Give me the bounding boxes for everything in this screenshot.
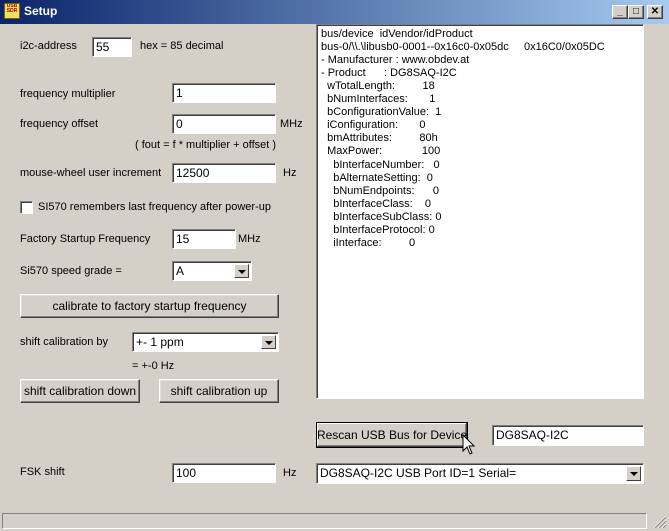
remember-frequency-label[interactable]: SI570 remembers last frequency after pow… (38, 201, 271, 213)
usb-info-line: bus/device idVendor/idProduct (321, 28, 473, 40)
usb-info-line: MaxPower: 100 (321, 145, 441, 158)
frequency-offset-label: frequency offset (20, 118, 99, 130)
maximize-button[interactable]: □ (628, 5, 644, 19)
shift-calibration-result: = +-0 Hz (132, 360, 175, 372)
status-pane (2, 513, 647, 529)
chevron-down-icon[interactable] (261, 335, 276, 349)
shift-calibration-value: +- 1 ppm (136, 335, 184, 349)
speed-grade-label: Si570 speed grade = (20, 265, 122, 277)
fsk-shift-label: FSK shift (20, 466, 65, 478)
remember-frequency-checkbox[interactable] (20, 201, 33, 214)
minimize-button[interactable]: _ (612, 5, 628, 19)
window-title: Setup (24, 4, 58, 18)
shift-calibration-label: shift calibration by (20, 336, 109, 348)
mousewheel-increment-label: mouse-wheel user increment (20, 167, 162, 179)
usb-info-line: bInterfaceSubClass: 0 (321, 210, 442, 223)
shift-calibration-down-button[interactable]: shift calibration down (20, 379, 140, 403)
mousewheel-increment-input[interactable]: 12500 (172, 163, 276, 183)
factory-frequency-unit: MHz (238, 233, 261, 245)
usb-info-line: wTotalLength: 18 (321, 80, 435, 93)
shift-calibration-select[interactable]: +- 1 ppm (132, 332, 279, 352)
usb-info-line: bInterfaceNumber: 0 (321, 158, 440, 171)
speed-grade-select[interactable]: A (172, 261, 252, 281)
usb-info-line: bAlternateSetting: 0 (321, 171, 433, 184)
offset-formula-text: ( fout = f * multiplier + offset ) (135, 139, 277, 151)
calibrate-factory-button[interactable]: calibrate to factory startup frequency (20, 294, 279, 318)
factory-frequency-input[interactable]: 15 (172, 229, 236, 249)
chevron-down-icon[interactable] (234, 264, 249, 278)
usb-info-line: bInterfaceProtocol: 0 (321, 223, 435, 236)
app-icon: USB SDR (4, 3, 20, 19)
factory-frequency-label: Factory Startup Frequency (20, 233, 151, 245)
frequency-multiplier-label: frequency multiplier (20, 88, 116, 100)
usb-info-line: - Product : DG8SAQ-I2C (321, 67, 457, 80)
chevron-down-icon[interactable] (626, 466, 641, 481)
mouse-cursor-icon (462, 434, 476, 455)
i2c-decimal-text: hex = 85 decimal (140, 40, 224, 52)
usb-info-line: iInterface: 0 (321, 236, 416, 249)
usb-info-line: bNumInterfaces: 1 (321, 93, 436, 106)
frequency-multiplier-input[interactable]: 1 (172, 83, 276, 103)
device-select[interactable]: DG8SAQ-I2C USB Port ID=1 Serial= (316, 463, 644, 484)
shift-calibration-up-button[interactable]: shift calibration up (159, 379, 279, 403)
i2c-address-label: i2c-address (20, 40, 77, 52)
rescan-usb-button[interactable]: Rescan USB Bus for Device (316, 422, 468, 448)
usb-info-line: bConfigurationValue: 1 (321, 106, 442, 119)
usb-info-textbox[interactable]: bus/device idVendor/idProduct bus-0/\\.\l… (316, 24, 644, 399)
resize-grip-icon[interactable] (651, 513, 667, 529)
device-name-input[interactable]: DG8SAQ-I2C (492, 425, 644, 446)
frequency-offset-unit: MHz (280, 118, 303, 130)
mousewheel-increment-unit: Hz (283, 167, 297, 179)
i2c-address-input[interactable]: 55 (92, 37, 132, 57)
fsk-shift-input[interactable]: 100 (172, 463, 276, 483)
usb-info-line: - Manufacturer : www.obdev.at (321, 54, 470, 67)
frequency-offset-input[interactable]: 0 (172, 114, 276, 134)
usb-info-line: bInterfaceClass: 0 (321, 197, 432, 210)
fsk-shift-unit: Hz (283, 467, 297, 479)
device-select-value: DG8SAQ-I2C USB Port ID=1 Serial= (320, 466, 517, 480)
title-bar[interactable] (0, 0, 669, 24)
speed-grade-value: A (176, 264, 185, 278)
usb-info-line: iConfiguration: 0 (321, 119, 426, 132)
usb-info-line: bus-0/\\.\libusb0-0001--0x16c0-0x05dc 0x… (321, 41, 605, 54)
close-button[interactable]: ✕ (647, 5, 663, 19)
usb-info-line: bmAttributes: 80h (321, 132, 438, 145)
usb-info-line: bNumEndpoints: 0 (321, 184, 440, 197)
